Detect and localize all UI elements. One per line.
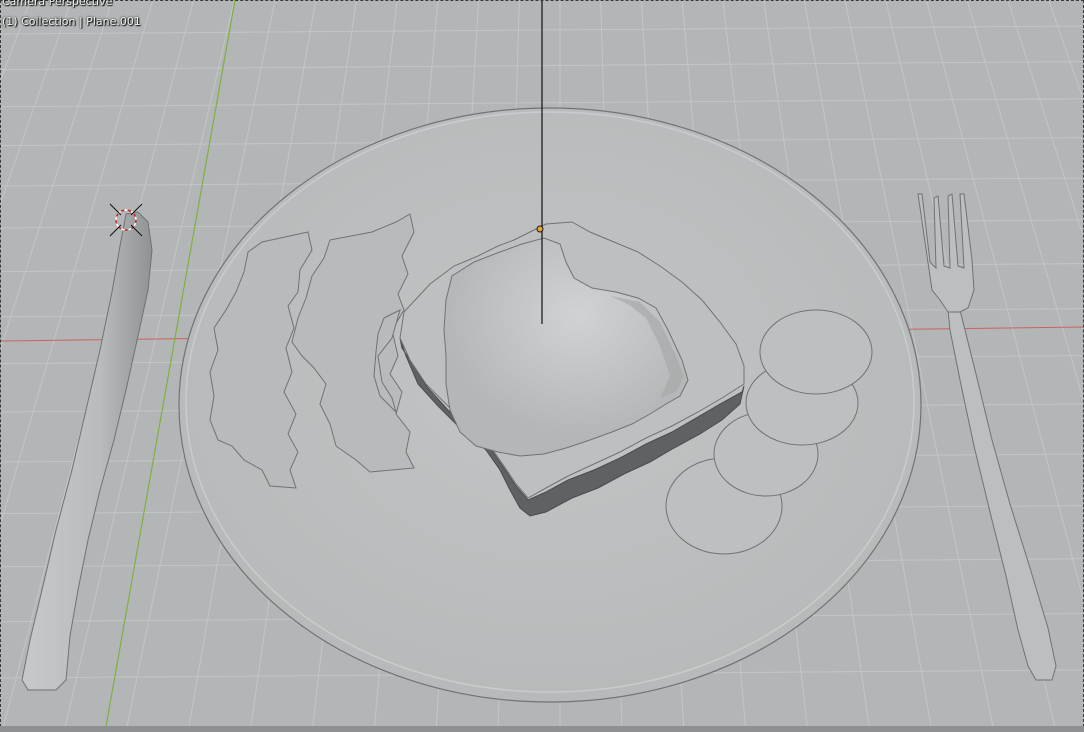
view-title: Camera Perspective [2,0,113,8]
scene-canvas[interactable] [0,0,1084,732]
fork-head [917,193,975,313]
fork[interactable] [917,193,1057,681]
3d-viewport[interactable]: Camera Perspective (1) Collection | Plan… [0,0,1084,732]
object-origin-icon[interactable] [536,225,544,233]
knife[interactable] [21,211,153,691]
fork-handle [947,309,1057,681]
grid-line [925,0,1084,605]
view-object-info: (1) Collection | Plane.001 [2,15,141,28]
viewport-bottom-strip [0,726,1084,732]
grid-line [0,0,22,732]
grid-line [1060,0,1084,732]
tomato-slice-1[interactable] [759,309,873,395]
